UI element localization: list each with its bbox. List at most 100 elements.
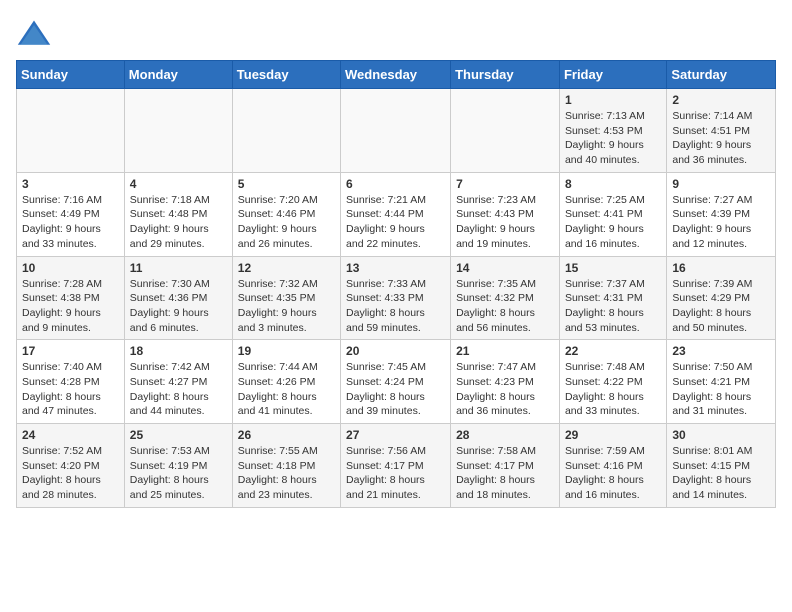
day-info: Sunrise: 7:16 AMSunset: 4:49 PMDaylight:… — [22, 193, 119, 252]
day-info: Sunrise: 7:45 AMSunset: 4:24 PMDaylight:… — [346, 360, 445, 419]
day-info: Sunrise: 7:47 AMSunset: 4:23 PMDaylight:… — [456, 360, 554, 419]
day-number: 4 — [130, 177, 227, 191]
day-info: Sunrise: 7:59 AMSunset: 4:16 PMDaylight:… — [565, 444, 661, 503]
week-row-5: 24 Sunrise: 7:52 AMSunset: 4:20 PMDayligh… — [17, 424, 776, 508]
calendar-cell — [451, 89, 560, 173]
day-number: 26 — [238, 428, 335, 442]
day-info: Sunrise: 7:20 AMSunset: 4:46 PMDaylight:… — [238, 193, 335, 252]
weekday-header-row: SundayMondayTuesdayWednesdayThursdayFrid… — [17, 61, 776, 89]
day-number: 24 — [22, 428, 119, 442]
calendar-cell: 20 Sunrise: 7:45 AMSunset: 4:24 PMDayligh… — [341, 340, 451, 424]
calendar-cell — [124, 89, 232, 173]
day-number: 20 — [346, 344, 445, 358]
day-number: 23 — [672, 344, 770, 358]
day-number: 30 — [672, 428, 770, 442]
calendar-cell: 12 Sunrise: 7:32 AMSunset: 4:35 PMDayligh… — [232, 256, 340, 340]
day-info: Sunrise: 7:50 AMSunset: 4:21 PMDaylight:… — [672, 360, 770, 419]
calendar-cell: 7Sunrise: 7:23 AMSunset: 4:43 PMDaylight… — [451, 172, 560, 256]
calendar-cell: 30 Sunrise: 8:01 AMSunset: 4:15 PMDayligh… — [667, 424, 776, 508]
calendar-cell: 18Sunrise: 7:42 AMSunset: 4:27 PMDayligh… — [124, 340, 232, 424]
weekday-header-thursday: Thursday — [451, 61, 560, 89]
day-info: Sunrise: 7:18 AMSunset: 4:48 PMDaylight:… — [130, 193, 227, 252]
calendar-cell: 25Sunrise: 7:53 AMSunset: 4:19 PMDayligh… — [124, 424, 232, 508]
day-number: 15 — [565, 261, 661, 275]
calendar-cell — [232, 89, 340, 173]
day-number: 13 — [346, 261, 445, 275]
calendar-cell: 11 Sunrise: 7:30 AMSunset: 4:36 PMDayligh… — [124, 256, 232, 340]
calendar-cell: 26 Sunrise: 7:55 AMSunset: 4:18 PMDayligh… — [232, 424, 340, 508]
weekday-header-monday: Monday — [124, 61, 232, 89]
weekday-header-saturday: Saturday — [667, 61, 776, 89]
calendar-cell: 8 Sunrise: 7:25 AMSunset: 4:41 PMDaylight… — [559, 172, 666, 256]
calendar-cell — [17, 89, 125, 173]
calendar-cell: 29 Sunrise: 7:59 AMSunset: 4:16 PMDayligh… — [559, 424, 666, 508]
day-info: Sunrise: 7:53 AMSunset: 4:19 PMDaylight:… — [130, 444, 227, 503]
calendar-cell: 22 Sunrise: 7:48 AMSunset: 4:22 PMDayligh… — [559, 340, 666, 424]
day-info: Sunrise: 7:13 AMSunset: 4:53 PMDaylight:… — [565, 109, 661, 168]
day-info: Sunrise: 7:58 AMSunset: 4:17 PMDaylight:… — [456, 444, 554, 503]
calendar-cell: 1 Sunrise: 7:13 AMSunset: 4:53 PMDaylight… — [559, 89, 666, 173]
day-info: Sunrise: 7:56 AMSunset: 4:17 PMDaylight:… — [346, 444, 445, 503]
calendar-cell: 28 Sunrise: 7:58 AMSunset: 4:17 PMDayligh… — [451, 424, 560, 508]
weekday-header-friday: Friday — [559, 61, 666, 89]
day-number: 3 — [22, 177, 119, 191]
calendar-cell: 10 Sunrise: 7:28 AMSunset: 4:38 PMDayligh… — [17, 256, 125, 340]
calendar-cell: 4 Sunrise: 7:18 AMSunset: 4:48 PMDaylight… — [124, 172, 232, 256]
day-info: Sunrise: 7:23 AMSunset: 4:43 PMDaylight:… — [456, 193, 554, 252]
day-number: 18 — [130, 344, 227, 358]
calendar-cell: 5 Sunrise: 7:20 AMSunset: 4:46 PMDaylight… — [232, 172, 340, 256]
calendar-cell: 2Sunrise: 7:14 AMSunset: 4:51 PMDaylight… — [667, 89, 776, 173]
day-number: 1 — [565, 93, 661, 107]
calendar-cell: 19Sunrise: 7:44 AMSunset: 4:26 PMDayligh… — [232, 340, 340, 424]
day-number: 29 — [565, 428, 661, 442]
week-row-1: 1 Sunrise: 7:13 AMSunset: 4:53 PMDaylight… — [17, 89, 776, 173]
calendar-cell — [341, 89, 451, 173]
logo — [16, 16, 56, 52]
day-info: Sunrise: 7:25 AMSunset: 4:41 PMDaylight:… — [565, 193, 661, 252]
day-info: Sunrise: 7:55 AMSunset: 4:18 PMDaylight:… — [238, 444, 335, 503]
day-info: Sunrise: 7:14 AMSunset: 4:51 PMDaylight:… — [672, 109, 770, 168]
calendar-cell: 13 Sunrise: 7:33 AMSunset: 4:33 PMDayligh… — [341, 256, 451, 340]
day-info: Sunrise: 8:01 AMSunset: 4:15 PMDaylight:… — [672, 444, 770, 503]
day-number: 28 — [456, 428, 554, 442]
calendar-cell: 9 Sunrise: 7:27 AMSunset: 4:39 PMDaylight… — [667, 172, 776, 256]
calendar-cell: 3 Sunrise: 7:16 AMSunset: 4:49 PMDaylight… — [17, 172, 125, 256]
calendar-cell: 17Sunrise: 7:40 AMSunset: 4:28 PMDayligh… — [17, 340, 125, 424]
day-info: Sunrise: 7:33 AMSunset: 4:33 PMDaylight:… — [346, 277, 445, 336]
day-info: Sunrise: 7:52 AMSunset: 4:20 PMDaylight:… — [22, 444, 119, 503]
day-info: Sunrise: 7:37 AMSunset: 4:31 PMDaylight:… — [565, 277, 661, 336]
calendar-cell: 15 Sunrise: 7:37 AMSunset: 4:31 PMDayligh… — [559, 256, 666, 340]
day-info: Sunrise: 7:39 AMSunset: 4:29 PMDaylight:… — [672, 277, 770, 336]
calendar-cell: 23 Sunrise: 7:50 AMSunset: 4:21 PMDayligh… — [667, 340, 776, 424]
day-number: 8 — [565, 177, 661, 191]
page-header — [16, 16, 776, 52]
day-info: Sunrise: 7:44 AMSunset: 4:26 PMDaylight:… — [238, 360, 335, 419]
day-number: 22 — [565, 344, 661, 358]
day-info: Sunrise: 7:48 AMSunset: 4:22 PMDaylight:… — [565, 360, 661, 419]
logo-icon — [16, 16, 52, 52]
day-number: 14 — [456, 261, 554, 275]
weekday-header-sunday: Sunday — [17, 61, 125, 89]
week-row-3: 10 Sunrise: 7:28 AMSunset: 4:38 PMDayligh… — [17, 256, 776, 340]
day-info: Sunrise: 7:28 AMSunset: 4:38 PMDaylight:… — [22, 277, 119, 336]
day-number: 10 — [22, 261, 119, 275]
day-number: 5 — [238, 177, 335, 191]
day-number: 11 — [130, 261, 227, 275]
day-number: 17 — [22, 344, 119, 358]
calendar-cell: 16 Sunrise: 7:39 AMSunset: 4:29 PMDayligh… — [667, 256, 776, 340]
day-info: Sunrise: 7:30 AMSunset: 4:36 PMDaylight:… — [130, 277, 227, 336]
calendar-cell: 14 Sunrise: 7:35 AMSunset: 4:32 PMDayligh… — [451, 256, 560, 340]
day-info: Sunrise: 7:27 AMSunset: 4:39 PMDaylight:… — [672, 193, 770, 252]
calendar-cell: 24 Sunrise: 7:52 AMSunset: 4:20 PMDayligh… — [17, 424, 125, 508]
day-number: 12 — [238, 261, 335, 275]
weekday-header-wednesday: Wednesday — [341, 61, 451, 89]
day-info: Sunrise: 7:35 AMSunset: 4:32 PMDaylight:… — [456, 277, 554, 336]
day-number: 27 — [346, 428, 445, 442]
calendar-cell: 21 Sunrise: 7:47 AMSunset: 4:23 PMDayligh… — [451, 340, 560, 424]
week-row-4: 17Sunrise: 7:40 AMSunset: 4:28 PMDayligh… — [17, 340, 776, 424]
day-info: Sunrise: 7:32 AMSunset: 4:35 PMDaylight:… — [238, 277, 335, 336]
day-number: 16 — [672, 261, 770, 275]
day-number: 9 — [672, 177, 770, 191]
calendar-cell: 6Sunrise: 7:21 AMSunset: 4:44 PMDaylight… — [341, 172, 451, 256]
day-number: 21 — [456, 344, 554, 358]
